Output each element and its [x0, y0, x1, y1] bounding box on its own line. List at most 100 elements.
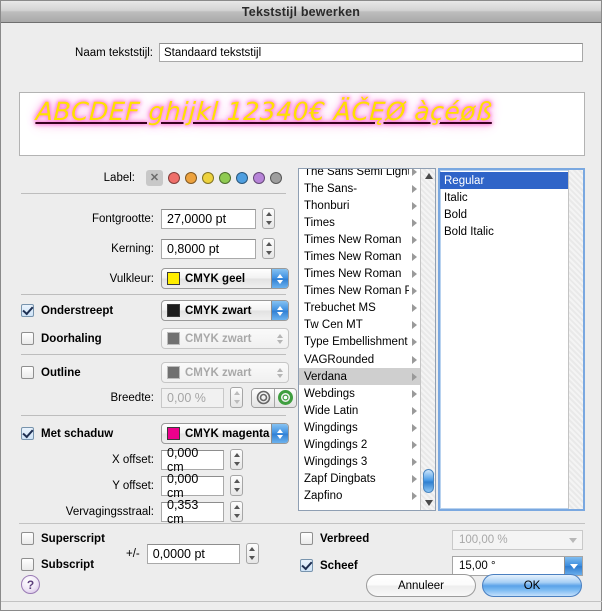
- strikethrough-color-swatch: [167, 332, 180, 345]
- chevron-right-icon: [412, 184, 417, 193]
- font-list-item-label: Times New Roman: [304, 268, 402, 281]
- cancel-button[interactable]: Annuleer: [366, 574, 476, 597]
- xoffset-stepper[interactable]: [230, 449, 243, 470]
- chevron-right-icon: [412, 492, 417, 501]
- font-list-item[interactable]: VAGRounded: [299, 351, 420, 368]
- label-swatch-yellow[interactable]: [202, 172, 214, 184]
- shadow-checkbox-wrap[interactable]: Met schaduw: [1, 427, 161, 440]
- xoffset-row: X offset: 0,000 cm: [1, 446, 301, 474]
- separator-2: [21, 294, 286, 295]
- fillcolor-popup[interactable]: CMYK geel: [161, 268, 289, 289]
- window-titlebar[interactable]: Tekststijl bewerken: [1, 1, 601, 23]
- font-list-item[interactable]: Zapf Dingbats: [299, 471, 420, 488]
- strikethrough-checkbox-wrap[interactable]: Doorhaling: [1, 332, 161, 345]
- label-swatch-blue[interactable]: [236, 172, 248, 184]
- chevron-right-icon: [412, 169, 417, 176]
- font-list-item[interactable]: Verdana: [299, 368, 420, 386]
- font-list-scrollbar[interactable]: [420, 169, 435, 510]
- outline-checkbox-wrap[interactable]: Outline: [1, 366, 161, 379]
- font-list-item[interactable]: Times: [299, 214, 420, 231]
- font-list-item[interactable]: The Sans-: [299, 180, 420, 197]
- font-list-item[interactable]: Thonburi: [299, 197, 420, 214]
- fontsize-stepper[interactable]: [262, 208, 275, 229]
- label-swatch-green[interactable]: [219, 172, 231, 184]
- font-list-item[interactable]: Times New Roman: [299, 248, 420, 265]
- label-swatch-gray[interactable]: [270, 172, 282, 184]
- underline-checkbox-wrap[interactable]: Onderstreept: [1, 304, 161, 317]
- underline-color-popup[interactable]: CMYK zwart: [161, 300, 289, 321]
- style-list-scrollbar[interactable]: [568, 170, 583, 509]
- style-list-item[interactable]: Bold Italic: [440, 223, 568, 240]
- font-list-item[interactable]: Webdings: [299, 385, 420, 402]
- font-list-items[interactable]: The Sans Semi Light The Sans- Thonburi Time…: [299, 169, 420, 505]
- yoffset-input[interactable]: 0,000 cm: [161, 472, 224, 500]
- font-list-item[interactable]: Times New Roman P: [299, 283, 420, 300]
- underline-color-arrows[interactable]: [271, 301, 288, 320]
- ok-button[interactable]: OK: [482, 574, 582, 597]
- kerning-row: Kerning: 0,8000 pt: [1, 238, 301, 259]
- font-scroll-down-icon[interactable]: [421, 496, 435, 510]
- plusminus-stepper[interactable]: [245, 543, 259, 564]
- shadow-checkbox[interactable]: [21, 427, 34, 440]
- strikethrough-color-popup: CMYK zwart: [161, 328, 289, 349]
- font-list-item[interactable]: Times New Roman: [299, 231, 420, 248]
- font-list-item[interactable]: Wingdings 2: [299, 437, 420, 454]
- font-scroll-thumb[interactable]: [423, 469, 434, 493]
- label-swatch-red[interactable]: [168, 172, 180, 184]
- font-list-item[interactable]: Times New Roman: [299, 266, 420, 283]
- fillcolor-label: Vulkleur:: [109, 272, 154, 285]
- font-list-item[interactable]: Wide Latin: [299, 402, 420, 419]
- label-swatch-orange[interactable]: [185, 172, 197, 184]
- font-list-item-label: Times: [304, 216, 335, 229]
- font-list-item[interactable]: Type Embellishment: [299, 334, 420, 351]
- label-none-button[interactable]: ✕: [146, 170, 163, 186]
- superscript-checkbox-wrap[interactable]: Superscript: [21, 532, 105, 545]
- shadow-color-popup[interactable]: CMYK magenta: [161, 423, 289, 444]
- font-list-item[interactable]: Wingdings: [299, 419, 420, 436]
- help-button[interactable]: ?: [21, 575, 40, 594]
- strikethrough-checkbox[interactable]: [21, 332, 34, 345]
- width-row: Breedte: 0,00 %: [1, 387, 301, 408]
- outline-color-swatch: [167, 366, 180, 379]
- shadow-row: Met schaduw CMYK magenta: [1, 423, 301, 444]
- xoffset-input[interactable]: 0,000 cm: [161, 446, 224, 474]
- yoffset-label: Y offset:: [112, 479, 154, 492]
- font-list-item[interactable]: Wingdings 3: [299, 454, 420, 471]
- font-scroll-up-icon[interactable]: [421, 169, 435, 183]
- window-title: Tekststijl bewerken: [241, 4, 361, 19]
- shadow-color-arrows[interactable]: [271, 424, 288, 443]
- fontsize-input[interactable]: 27,0000 pt: [161, 208, 256, 229]
- verbreed-checkbox-wrap[interactable]: Verbreed: [300, 532, 369, 545]
- label-swatch-purple[interactable]: [253, 172, 265, 184]
- style-list-item[interactable]: Regular: [440, 172, 568, 189]
- shadow-label: Met schaduw: [41, 427, 114, 440]
- underline-checkbox[interactable]: [21, 304, 34, 317]
- outline-checkbox[interactable]: [21, 366, 34, 379]
- strikethrough-color-value: CMYK zwart: [185, 332, 252, 345]
- style-list-item[interactable]: Bold: [440, 206, 568, 223]
- yoffset-stepper[interactable]: [230, 475, 243, 496]
- kerning-stepper[interactable]: [262, 238, 275, 259]
- font-list-item[interactable]: Zapfino: [299, 488, 420, 505]
- font-style-list[interactable]: Regular Italic Bold Bold Italic: [438, 168, 585, 511]
- outline-inside-icon[interactable]: [274, 388, 296, 407]
- font-list-item[interactable]: The Sans Semi Light: [299, 169, 420, 180]
- outline-outside-icon[interactable]: [252, 388, 274, 407]
- text-style-name-input[interactable]: [159, 43, 583, 62]
- superscript-checkbox[interactable]: [21, 532, 34, 545]
- chevron-right-icon: [412, 287, 417, 296]
- font-list-item-label: VAGRounded: [304, 353, 375, 366]
- font-list-item[interactable]: Tw Cen MT: [299, 317, 420, 334]
- style-list-items[interactable]: Regular Italic Bold Bold Italic: [440, 172, 568, 240]
- verbreed-checkbox[interactable]: [300, 532, 313, 545]
- blurradius-input[interactable]: 0,353 cm: [161, 498, 224, 526]
- font-family-list[interactable]: The Sans Semi Light The Sans- Thonburi Time…: [298, 168, 436, 511]
- fillcolor-arrows[interactable]: [271, 269, 288, 288]
- blurradius-stepper[interactable]: [230, 501, 243, 522]
- font-list-item[interactable]: Trebuchet MS: [299, 300, 420, 317]
- style-list-item[interactable]: Italic: [440, 189, 568, 206]
- outline-mode-segmented[interactable]: [251, 387, 297, 408]
- kerning-input[interactable]: 0,8000 pt: [161, 238, 256, 259]
- plusminus-input[interactable]: 0,0000 pt: [146, 543, 240, 564]
- outline-row: Outline CMYK zwart: [1, 362, 301, 383]
